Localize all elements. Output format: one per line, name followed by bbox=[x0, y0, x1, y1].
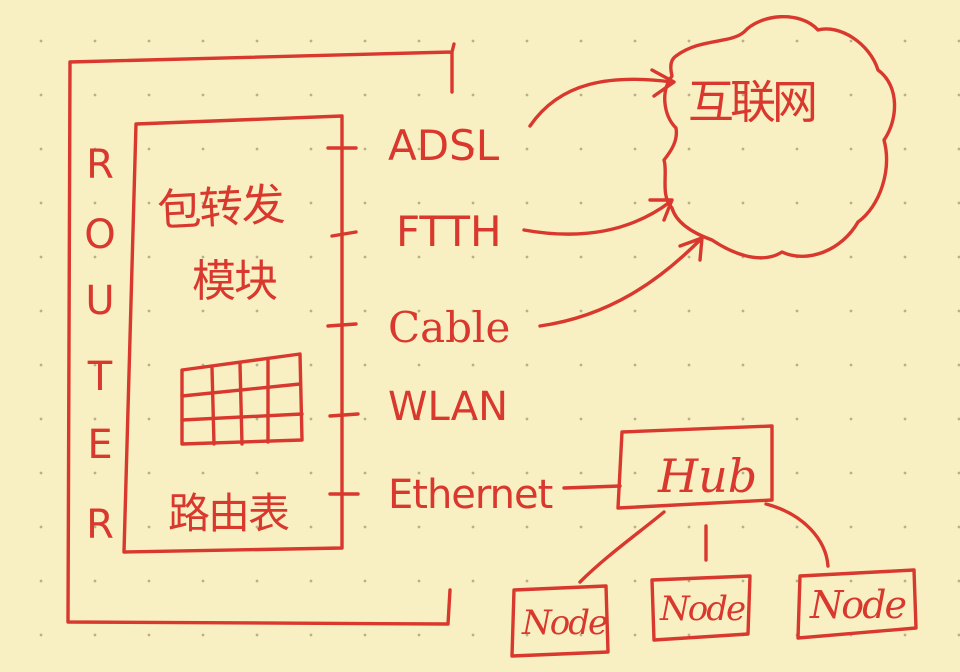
router-letter: R bbox=[86, 142, 114, 188]
forwarding-module-label-line2: 模块 bbox=[192, 256, 277, 307]
network-diagram: R O U T E R 包转发 模块 路由表 ADSL FTTH Cable W… bbox=[66, 15, 918, 658]
ftth-arrow bbox=[522, 200, 672, 236]
ethernet-hub-link bbox=[562, 484, 622, 490]
node-box: Node bbox=[796, 568, 918, 640]
node-box: Node bbox=[650, 574, 752, 642]
adsl-arrow bbox=[528, 77, 674, 128]
interface-label-wlan: WLAN bbox=[388, 384, 508, 430]
interface-label-adsl: ADSL bbox=[388, 121, 500, 170]
routing-table-grid-icon bbox=[180, 352, 304, 446]
router-letter: O bbox=[84, 212, 115, 258]
internet-label: 互联网 bbox=[688, 75, 815, 129]
router-letter: U bbox=[85, 278, 114, 324]
router-letter: R bbox=[86, 502, 114, 548]
cable-arrow bbox=[538, 238, 702, 328]
hub-label: Hub bbox=[657, 449, 757, 503]
interface-label-ethernet: Ethernet bbox=[388, 472, 553, 518]
router-letter: T bbox=[87, 354, 113, 400]
routing-table-label: 路由表 bbox=[168, 489, 289, 538]
router-letter: E bbox=[87, 422, 112, 468]
node-label: Node bbox=[521, 603, 607, 643]
node-box: Node bbox=[510, 584, 610, 658]
forwarding-module-label: 包转发 bbox=[156, 179, 285, 237]
connection-arrows bbox=[522, 68, 704, 328]
node-label: Node bbox=[809, 583, 905, 627]
internet-cloud bbox=[662, 15, 897, 260]
interface-label-cable: Cable bbox=[388, 303, 510, 352]
hub-node-links bbox=[578, 502, 830, 584]
router-label: R O U T E R bbox=[84, 142, 115, 548]
interface-label-ftth: FTTH bbox=[396, 207, 502, 256]
node-label: Node bbox=[659, 589, 745, 629]
